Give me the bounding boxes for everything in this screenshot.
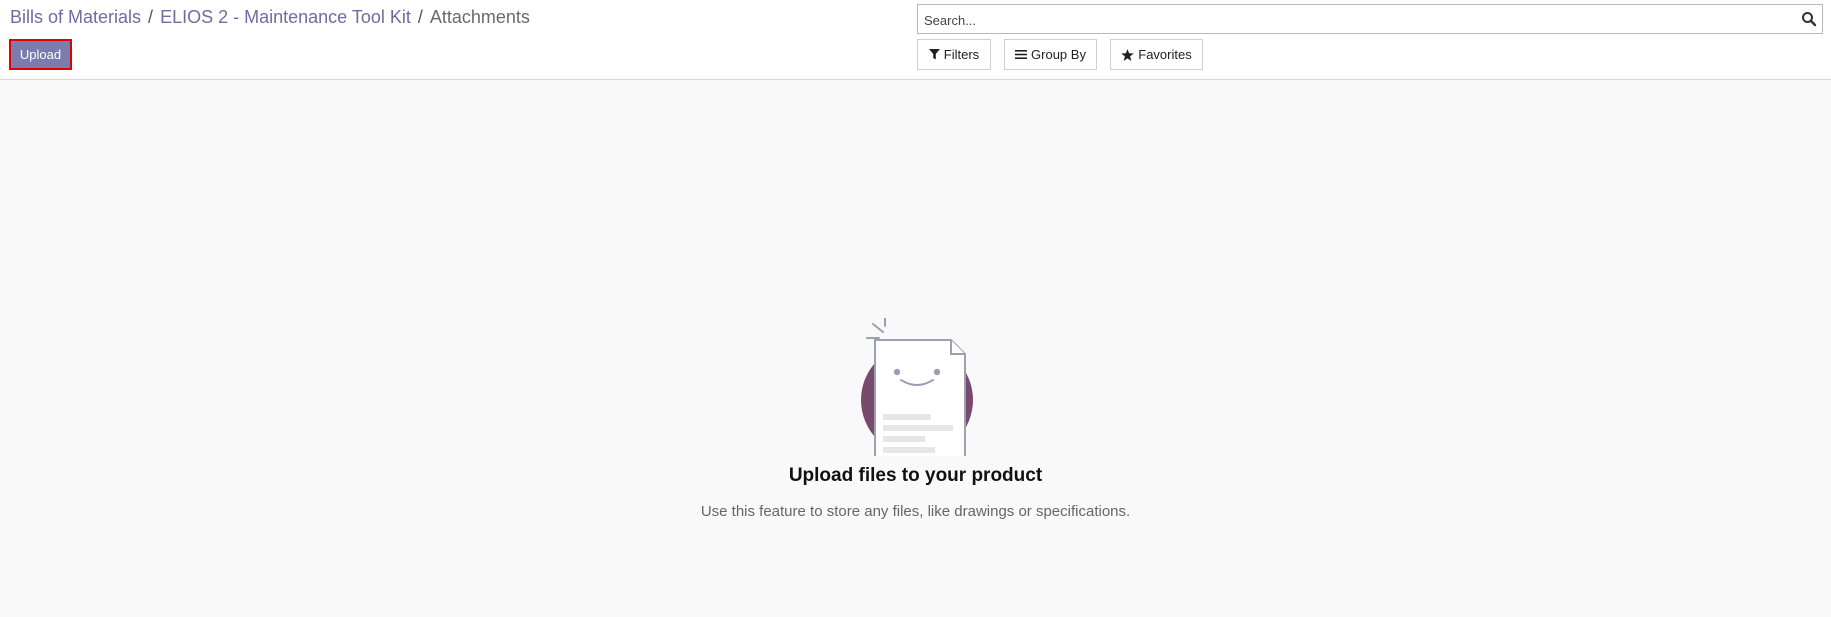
group-by-label: Group By [1031,47,1086,62]
breadcrumb-separator: / [417,7,423,27]
favorites-label: Favorites [1138,47,1192,62]
filter-icon [928,49,940,60]
filters-button[interactable]: Filters [917,39,991,70]
empty-document-illustration [857,315,977,459]
upload-button[interactable]: Upload [9,39,72,70]
empty-state-description: Use this feature to store any files, lik… [700,503,1131,520]
breadcrumb-item-product[interactable]: ELIOS 2 - Maintenance Tool Kit [160,7,411,27]
group-by-button[interactable]: Group By [1004,39,1097,70]
favorites-button[interactable]: Favorites [1110,39,1203,70]
control-panel: Bills of Materials / ELIOS 2 - Maintenance… [0,0,1831,80]
star-icon [1121,48,1135,61]
search-box [917,4,1823,34]
search-input[interactable] [922,9,1786,31]
breadcrumb-current: Attachments [429,7,530,27]
filters-label: Filters [943,47,980,62]
breadcrumb: Bills of Materials / ELIOS 2 - Maintenance… [10,6,530,28]
breadcrumb-separator: / [148,7,154,27]
breadcrumb-item-bills-of-materials[interactable]: Bills of Materials [10,7,141,27]
search-icon[interactable] [1800,10,1818,28]
list-icon [1015,49,1028,60]
empty-state-title: Upload files to your product [788,465,1043,486]
